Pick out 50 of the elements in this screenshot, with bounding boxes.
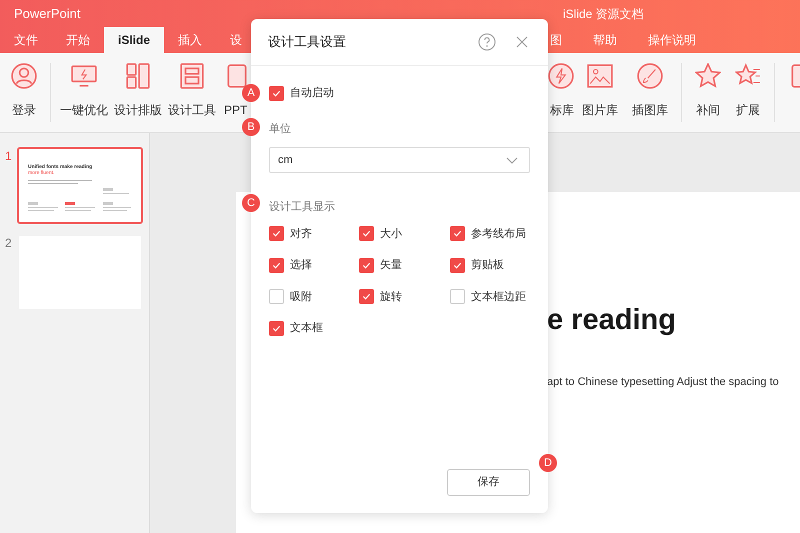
chevron-down-icon (506, 156, 518, 164)
checkbox[interactable]: 对齐 (269, 226, 359, 242)
close-icon[interactable] (516, 36, 528, 48)
checkbox[interactable]: 旋转 (359, 288, 450, 305)
checkbox[interactable]: 剪贴板 (450, 257, 540, 274)
star-icon (695, 63, 721, 89)
unit-select[interactable]: cm (269, 147, 530, 173)
ribbon-button[interactable]: 图片库 (575, 63, 625, 119)
check-icon (272, 88, 281, 98)
brush-icon (637, 63, 663, 89)
ribbon-tab[interactable]: iSlide (104, 27, 164, 53)
checkbox[interactable]: 选择 (269, 257, 359, 274)
checkbox[interactable]: 大小 (359, 226, 450, 242)
check-icon (453, 260, 462, 270)
ribbon-button[interactable]: 一键优化 (57, 63, 111, 119)
ribbon-button[interactable]: 设计排版 (111, 63, 165, 119)
app-title: PowerPoint (14, 4, 80, 23)
check-icon (272, 260, 281, 270)
ribbon-button[interactable]: 扩展 (728, 63, 768, 119)
panel-icon (179, 63, 205, 89)
check-icon (453, 229, 462, 238)
help-icon[interactable] (478, 33, 496, 51)
monitor-icon (71, 63, 97, 89)
checkbox[interactable]: 矢量 (359, 257, 450, 274)
check-icon (362, 292, 371, 302)
layout-icon (125, 63, 151, 89)
ribbon-button[interactable]: 插图库 (625, 63, 675, 119)
document-title: iSlide 资源文档 (563, 6, 644, 22)
bolt-icon (548, 63, 574, 89)
dialog-title: 设计工具设置 (268, 33, 347, 52)
check-icon (272, 229, 281, 238)
save-button[interactable]: 保存 (447, 469, 530, 496)
checkbox[interactable]: 文本框边距 (450, 288, 540, 305)
user-icon (11, 63, 37, 89)
ribbon-button[interactable]: 设计工具 (165, 63, 219, 119)
slide-number: 1 (5, 148, 13, 165)
slide-body-text: apt to Chinese typesetting Adjust the spacing to (547, 375, 780, 390)
section-label: 设计工具显示 (269, 200, 336, 215)
check-icon (272, 324, 281, 333)
ribbon-button[interactable]: 补间 (688, 63, 728, 119)
checkbox[interactable]: 参考线布局 (450, 226, 540, 242)
slide-number: 2 (5, 235, 13, 252)
check-icon (362, 229, 371, 238)
slide-heading: e reading (547, 303, 677, 338)
checkbox[interactable]: 吸附 (269, 288, 359, 305)
unit-label: 单位 (269, 122, 292, 136)
ribbon-button[interactable]: 登录 (4, 63, 44, 119)
checkbox[interactable]: 文本框 (269, 320, 359, 336)
image-icon (587, 63, 613, 89)
check-icon (362, 260, 371, 270)
